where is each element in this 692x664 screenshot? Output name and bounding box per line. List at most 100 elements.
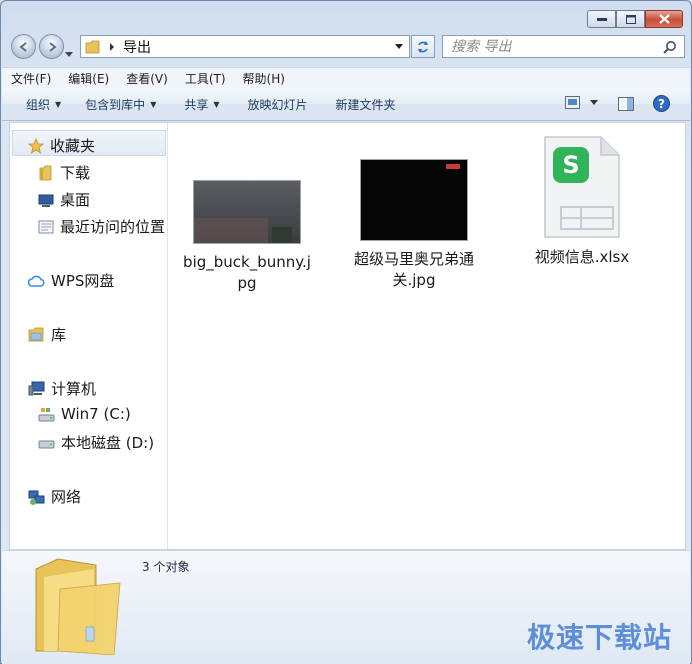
menu-view[interactable]: 查看(V) bbox=[117, 70, 176, 87]
maximize-icon bbox=[625, 14, 636, 24]
forward-button[interactable] bbox=[39, 34, 64, 59]
file-name: big_buck_bunny.jpg bbox=[183, 253, 311, 292]
nav-recent-places[interactable]: 最近访问的位置 bbox=[38, 216, 165, 237]
new-folder-label: 新建文件夹 bbox=[335, 97, 396, 112]
library-icon bbox=[28, 327, 44, 342]
explorer-window: 导出 文件(F) 编辑(E) 查看(V) 工具(T) 帮助(H) 组织 ▼ 包 bbox=[0, 0, 692, 664]
nav-computer[interactable]: 计算机 bbox=[28, 378, 96, 399]
include-in-library-button[interactable]: 包含到库中 ▼ bbox=[71, 96, 166, 113]
minimize-icon bbox=[596, 18, 607, 21]
organize-label: 组织 bbox=[26, 97, 51, 112]
nav-downloads[interactable]: 下载 bbox=[38, 162, 90, 183]
spreadsheet-file-icon: S bbox=[544, 136, 620, 238]
file-name: 视频信息.xlsx bbox=[534, 248, 630, 266]
slideshow-button[interactable]: 放映幻灯片 bbox=[230, 96, 318, 113]
chevron-down-icon: ▼ bbox=[55, 99, 62, 109]
organize-button[interactable]: 组织 ▼ bbox=[2, 96, 71, 113]
file-name: 超级马里奥兄弟通关.jpg bbox=[353, 250, 474, 289]
star-icon bbox=[28, 137, 44, 154]
maximize-button[interactable] bbox=[616, 10, 645, 28]
search-box[interactable] bbox=[442, 35, 685, 58]
nav-drive-c-label: Win7 (C:) bbox=[61, 405, 131, 423]
chevron-down-icon: ▼ bbox=[213, 99, 220, 109]
file-list: big_buck_bunny.jpg 超级马里奥兄弟通关.jpg S 视频信息.… bbox=[168, 123, 685, 549]
change-view-button[interactable] bbox=[565, 96, 598, 109]
help-button[interactable]: ? bbox=[653, 95, 670, 116]
search-icon[interactable] bbox=[663, 40, 677, 54]
video-logo-icon bbox=[446, 164, 460, 169]
menu-file[interactable]: 文件(F) bbox=[2, 70, 59, 87]
nav-drive-d-label: 本地磁盘 (D:) bbox=[61, 434, 155, 452]
desktop-icon bbox=[38, 194, 54, 207]
breadcrumb-separator-icon bbox=[110, 42, 114, 51]
system-drive-icon bbox=[38, 407, 55, 421]
menu-tools[interactable]: 工具(T) bbox=[176, 70, 234, 87]
svg-text:?: ? bbox=[658, 97, 665, 111]
network-icon bbox=[28, 490, 45, 505]
file-item-video-info-xlsx[interactable]: S 视频信息.xlsx bbox=[517, 133, 647, 268]
nav-favorites[interactable]: 收藏夹 bbox=[28, 135, 95, 156]
close-icon bbox=[658, 14, 670, 24]
nav-drive-c[interactable]: Win7 (C:) bbox=[38, 405, 131, 423]
search-input[interactable] bbox=[443, 37, 663, 56]
share-button[interactable]: 共享 ▼ bbox=[166, 96, 229, 113]
minimize-button[interactable] bbox=[587, 10, 616, 28]
preview-pane-button[interactable] bbox=[618, 96, 634, 115]
recent-pages-dropdown[interactable] bbox=[65, 43, 73, 62]
close-button[interactable] bbox=[645, 10, 683, 28]
view-icon bbox=[565, 96, 580, 109]
details-pane: 3 个对象 极速下载站 bbox=[2, 550, 690, 664]
nav-desktop-label: 桌面 bbox=[60, 191, 91, 209]
watermark-logo: 极速下载站 bbox=[526, 621, 672, 654]
share-label: 共享 bbox=[184, 97, 209, 112]
help-icon: ? bbox=[653, 95, 670, 112]
preview-pane-icon bbox=[618, 97, 634, 111]
nav-network[interactable]: 网络 bbox=[28, 486, 81, 507]
main-content: 收藏夹 下载 桌面 最近访问的位置 WPS网盘 库 计算机 Win7 (C:) … bbox=[9, 122, 686, 550]
nav-computer-label: 计算机 bbox=[51, 380, 97, 398]
back-arrow-icon bbox=[18, 41, 27, 52]
include-in-library-label: 包含到库中 bbox=[85, 97, 146, 112]
window-controls bbox=[587, 10, 683, 28]
status-item-count: 3 个对象 bbox=[142, 560, 190, 574]
nav-drive-d[interactable]: 本地磁盘 (D:) bbox=[38, 432, 154, 453]
downloads-folder-icon bbox=[39, 165, 52, 180]
refresh-button[interactable] bbox=[411, 35, 435, 58]
menu-help[interactable]: 帮助(H) bbox=[234, 70, 293, 87]
chevron-down-icon bbox=[590, 99, 598, 105]
slideshow-label: 放映幻灯片 bbox=[247, 97, 308, 112]
chevron-down-icon: ▼ bbox=[150, 99, 157, 109]
hard-drive-icon bbox=[38, 440, 55, 449]
nav-favorites-label: 收藏夹 bbox=[50, 137, 96, 155]
image-thumbnail bbox=[360, 159, 468, 241]
computer-icon bbox=[28, 381, 45, 395]
file-item-big-buck-bunny[interactable]: big_buck_bunny.jpg bbox=[182, 180, 312, 294]
nav-wps-drive[interactable]: WPS网盘 bbox=[28, 270, 114, 291]
command-bar: 组织 ▼ 包含到库中 ▼ 共享 ▼ 放映幻灯片 新建文件夹 ? bbox=[2, 88, 690, 121]
nav-libraries[interactable]: 库 bbox=[28, 324, 66, 345]
cloud-icon bbox=[28, 275, 45, 287]
menu-bar: 文件(F) 编辑(E) 查看(V) 工具(T) 帮助(H) bbox=[2, 67, 690, 88]
nav-downloads-label: 下载 bbox=[60, 164, 91, 182]
nav-network-label: 网络 bbox=[51, 488, 82, 506]
file-item-super-mario[interactable]: 超级马里奥兄弟通关.jpg bbox=[349, 159, 479, 291]
recent-places-icon bbox=[38, 220, 54, 233]
nav-libraries-label: 库 bbox=[51, 326, 67, 344]
address-dropdown-icon[interactable] bbox=[395, 44, 403, 50]
forward-arrow-icon bbox=[48, 41, 57, 52]
navigation-pane: 收藏夹 下载 桌面 最近访问的位置 WPS网盘 库 计算机 Win7 (C:) … bbox=[10, 123, 168, 549]
folder-icon bbox=[85, 40, 100, 53]
back-button[interactable] bbox=[11, 34, 36, 59]
image-thumbnail bbox=[193, 180, 301, 244]
menu-edit[interactable]: 编辑(E) bbox=[59, 70, 117, 87]
nav-recent-places-label: 最近访问的位置 bbox=[60, 218, 166, 236]
folder-large-icon bbox=[35, 558, 121, 655]
address-bar[interactable]: 导出 bbox=[80, 35, 410, 58]
breadcrumb-current[interactable]: 导出 bbox=[123, 37, 151, 57]
nav-desktop[interactable]: 桌面 bbox=[38, 189, 90, 210]
chevron-down-icon bbox=[65, 52, 73, 57]
new-folder-button[interactable]: 新建文件夹 bbox=[318, 96, 406, 113]
refresh-icon bbox=[418, 40, 428, 53]
svg-text:S: S bbox=[562, 151, 579, 179]
nav-wps-drive-label: WPS网盘 bbox=[51, 272, 115, 290]
